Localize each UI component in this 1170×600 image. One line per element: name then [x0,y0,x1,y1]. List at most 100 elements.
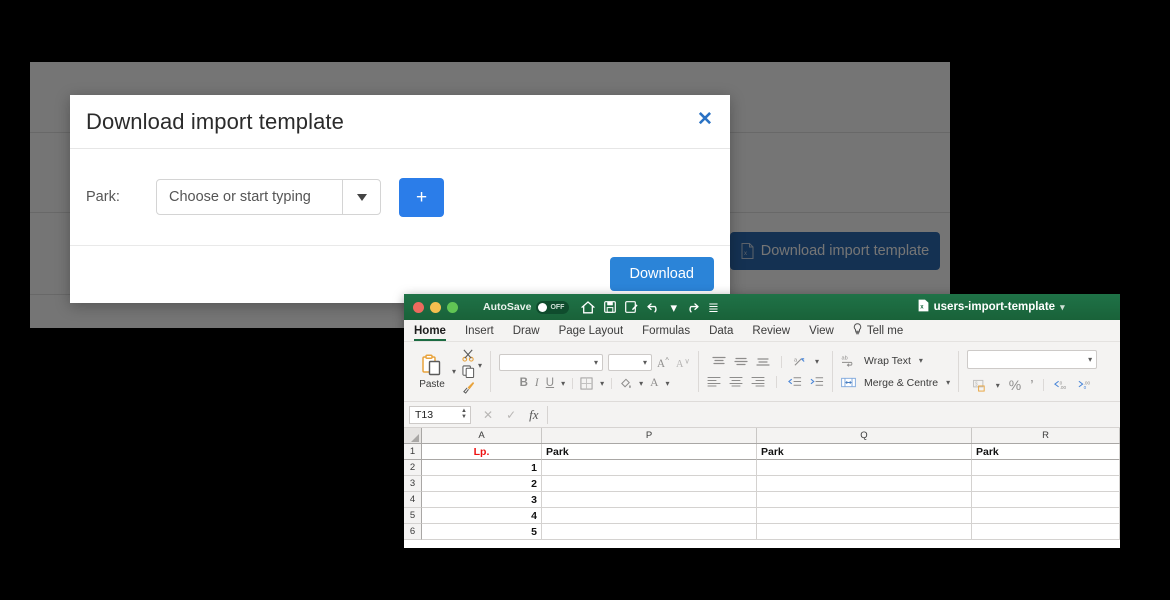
tab-home[interactable]: Home [414,325,446,341]
chevron-down-icon[interactable] [342,180,380,214]
underline-button[interactable]: U [546,377,554,389]
paintbrush-icon[interactable] [462,381,475,394]
cell-r4[interactable] [972,492,1120,508]
ribbon-group-clipboard[interactable]: Paste ▾ ▾ [404,345,490,398]
decrease-indent-icon[interactable] [788,376,802,387]
cell-p5[interactable] [542,508,757,524]
accounting-format-icon[interactable]: $ [972,379,987,392]
underline-dropdown-icon[interactable]: ▾ [561,379,565,388]
save-icon[interactable] [604,301,617,313]
table-row[interactable]: 5 4 [404,508,1120,524]
column-header-p[interactable]: P [542,428,757,443]
accounting-dropdown-icon[interactable]: ▾ [996,381,1000,390]
chevron-down-icon[interactable]: ▾ [1088,355,1092,364]
align-bottom-icon[interactable] [756,356,770,367]
autosave-switch[interactable]: OFF [536,300,570,314]
tab-tell-me[interactable]: Tell me [853,323,903,338]
tab-page-layout[interactable]: Page Layout [559,325,624,337]
cell-a1[interactable]: Lp. [422,444,542,460]
cancel-icon[interactable]: ✕ [483,408,493,422]
cell-a3[interactable]: 2 [422,476,542,492]
copy-dropdown-icon[interactable]: ▾ [478,361,482,370]
cell-r6[interactable] [972,524,1120,540]
table-row[interactable]: 6 5 [404,524,1120,540]
autosave-toggle-group[interactable]: AutoSave OFF [483,300,570,314]
tab-review[interactable]: Review [752,325,790,337]
fx-icon[interactable]: fx [529,407,538,423]
align-middle-icon[interactable] [734,356,748,367]
home-icon[interactable] [581,300,596,314]
fill-color-icon[interactable] [619,377,632,390]
align-left-icon[interactable] [707,376,721,387]
column-header-r[interactable]: R [972,428,1120,443]
close-icon[interactable]: ✕ [694,109,716,131]
cell-q4[interactable] [757,492,972,508]
orientation-dropdown-icon[interactable]: ▾ [815,357,819,366]
cell-q6[interactable] [757,524,972,540]
borders-icon[interactable] [580,376,593,390]
select-all-corner[interactable] [404,428,422,443]
spreadsheet-grid[interactable]: A P Q R 1 Lp. Park Park Park 2 1 3 2 4 3… [404,428,1120,546]
borders-dropdown-icon[interactable]: ▾ [600,379,604,388]
percent-style-button[interactable]: % [1009,377,1021,393]
row-header[interactable]: 3 [404,476,422,492]
decrease-decimal-icon[interactable]: 0.00 [1053,379,1068,391]
paste-button[interactable]: Paste [412,354,452,390]
text-orientation-icon[interactable]: a [793,356,807,368]
comma-style-button[interactable]: ’ [1030,377,1033,394]
cell-a4[interactable]: 3 [422,492,542,508]
confirm-icon[interactable]: ✓ [506,408,516,422]
tab-formulas[interactable]: Formulas [642,325,690,337]
table-row[interactable]: 4 3 [404,492,1120,508]
merge-centre-button[interactable]: Merge & Centre ▾ [841,376,950,389]
cell-a2[interactable]: 1 [422,460,542,476]
tab-draw[interactable]: Draw [513,325,540,337]
align-center-icon[interactable] [729,376,743,387]
cell-p1[interactable]: Park [542,444,757,460]
window-traffic-lights[interactable] [413,301,458,313]
increase-decimal-icon[interactable]: .00 0 [1077,379,1092,391]
font-name-input[interactable]: ▾ [499,353,604,371]
park-select[interactable]: Choose or start typing [156,179,381,215]
excel-filename[interactable]: users-import-template [934,301,1055,313]
italic-button[interactable]: I [535,377,539,389]
maximize-window-icon[interactable] [447,301,458,313]
cell-r3[interactable] [972,476,1120,492]
increase-indent-icon[interactable] [810,376,824,387]
name-box-spinner[interactable]: ▲ ▼ [461,408,467,420]
font-size-input[interactable]: ▾ [608,353,653,371]
paste-dropdown-icon[interactable]: ▾ [452,367,456,376]
column-header-q[interactable]: Q [757,428,972,443]
ribbon-tabs[interactable]: Home Insert Draw Page Layout Formulas Da… [404,320,1120,342]
scissors-icon[interactable] [462,349,475,362]
cell-a6[interactable]: 5 [422,524,542,540]
quick-access-toolbar[interactable]: ▾ ≣ [581,300,719,314]
cell-p6[interactable] [542,524,757,540]
font-color-dropdown-icon[interactable]: ▾ [665,379,669,388]
number-format-select[interactable]: ▾ [967,349,1098,369]
name-box[interactable]: T13 ▲ ▼ [409,405,471,424]
ribbon[interactable]: Paste ▾ ▾ ▾ ▾ A ^ A ∨ B I U ▾ ▾ ▾ A ▾ a … [404,342,1120,402]
cell-a5[interactable]: 4 [422,508,542,524]
align-right-icon[interactable] [751,376,765,387]
formula-input[interactable] [546,405,1120,424]
wrap-text-dropdown-icon[interactable]: ▾ [919,356,923,365]
ribbon-group-font[interactable]: ▾ ▾ A ^ A ∨ B I U ▾ ▾ ▾ A ▾ [491,345,698,398]
formula-bar[interactable]: T13 ▲ ▼ ✕ ✓ fx [404,402,1120,428]
decrease-font-size-icon[interactable]: A ∨ [676,356,690,369]
cell-r1[interactable]: Park [972,444,1120,460]
cell-q2[interactable] [757,460,972,476]
table-row[interactable]: 3 2 [404,476,1120,492]
undo-dropdown-icon[interactable]: ▾ [670,301,677,314]
increase-font-size-icon[interactable]: A ^ [657,356,671,369]
row-header[interactable]: 5 [404,508,422,524]
copy-icon[interactable] [462,365,475,378]
wrap-text-button[interactable]: ab Wrap Text ▾ [841,354,923,367]
tab-view[interactable]: View [809,325,834,337]
chevron-down-icon[interactable]: ▾ [1060,302,1065,313]
font-color-button[interactable]: A [650,377,658,389]
undo-icon[interactable] [647,301,661,313]
tab-insert[interactable]: Insert [465,325,494,337]
cell-p2[interactable] [542,460,757,476]
cell-r5[interactable] [972,508,1120,524]
